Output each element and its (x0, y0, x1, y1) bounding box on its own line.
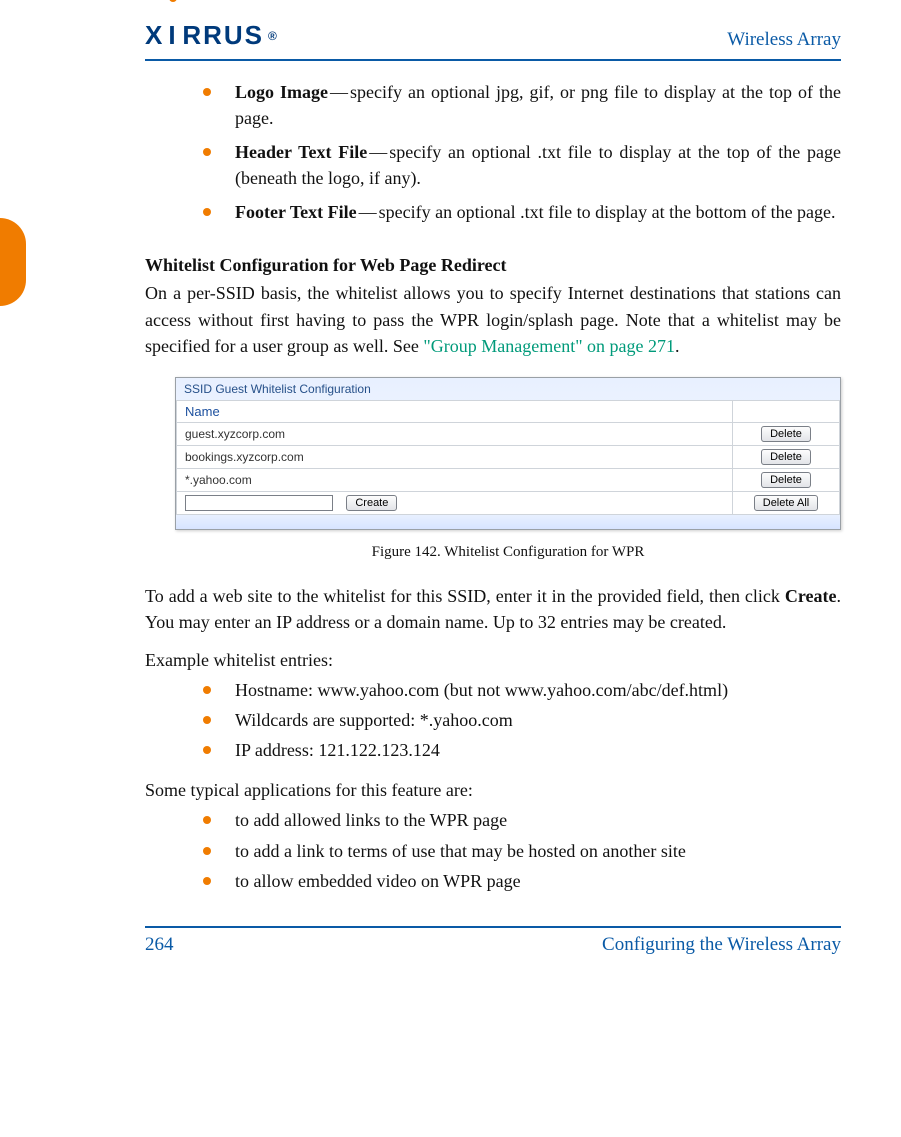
panel-footer-bar (176, 515, 840, 529)
delete-button[interactable]: Delete (761, 472, 811, 488)
para-text: To add a web site to the whitelist for t… (145, 586, 785, 606)
figure-container: SSID Guest Whitelist Configuration Name … (175, 377, 841, 561)
page-number: 264 (145, 934, 174, 956)
list-item: Hostname: www.yahoo.com (but not www.yah… (145, 677, 841, 707)
separator: — (328, 79, 350, 105)
app-text: to allow embedded video on WPR page (235, 871, 521, 891)
column-header-actions (733, 400, 840, 422)
separator: — (357, 199, 379, 225)
delete-button[interactable]: Delete (761, 449, 811, 465)
applications-list: to add allowed links to the WPR page to … (145, 807, 841, 897)
table-row: guest.xyzcorp.com Delete (177, 422, 840, 445)
document-title: Wireless Array (727, 29, 841, 51)
table-create-row: Create Delete All (177, 491, 840, 514)
table-row: bookings.xyzcorp.com Delete (177, 445, 840, 468)
logo-rest: RRUS (182, 20, 264, 51)
option-title: Footer Text File (235, 202, 357, 222)
panel-title: SSID Guest Whitelist Configuration (176, 378, 840, 400)
app-text: to add allowed links to the WPR page (235, 810, 507, 830)
create-button[interactable]: Create (346, 495, 397, 511)
section-heading: Whitelist Configuration for Web Page Red… (145, 255, 841, 276)
option-title: Logo Image (235, 82, 328, 102)
list-item: to add allowed links to the WPR page (145, 807, 841, 837)
list-item: to allow embedded video on WPR page (145, 868, 841, 898)
whitelist-table: Name guest.xyzcorp.com Delete bookings.x… (176, 400, 840, 515)
body-paragraph: To add a web site to the whitelist for t… (145, 583, 841, 635)
header-rule (145, 59, 841, 61)
table-header-row: Name (177, 400, 840, 422)
delete-all-button[interactable]: Delete All (754, 495, 818, 511)
separator: — (367, 139, 389, 165)
examples-list: Hostname: www.yahoo.com (but not www.yah… (145, 677, 841, 767)
whitelist-entry: bookings.xyzcorp.com (177, 445, 733, 468)
options-list: Logo Image—specify an optional jpg, gif,… (145, 79, 841, 233)
thumb-tab-decor (0, 218, 26, 306)
create-keyword: Create (785, 586, 837, 606)
para-text: . (675, 336, 680, 356)
delete-button[interactable]: Delete (761, 426, 811, 442)
footer-section-title: Configuring the Wireless Array (602, 934, 841, 956)
logo-dot-icon: I (168, 20, 178, 51)
list-item: Logo Image—specify an optional jpg, gif,… (145, 79, 841, 139)
column-header-name: Name (177, 400, 733, 422)
example-text: IP address: 121.122.123.124 (235, 740, 440, 760)
whitelist-entry: guest.xyzcorp.com (177, 422, 733, 445)
applications-intro: Some typical applications for this featu… (145, 777, 841, 803)
whitelist-entry: *.yahoo.com (177, 468, 733, 491)
new-entry-input[interactable] (185, 495, 333, 511)
list-item: IP address: 121.122.123.124 (145, 737, 841, 767)
whitelist-config-screenshot: SSID Guest Whitelist Configuration Name … (175, 377, 841, 530)
example-text: Hostname: www.yahoo.com (but not www.yah… (235, 680, 728, 700)
app-text: to add a link to terms of use that may b… (235, 841, 686, 861)
option-title: Header Text File (235, 142, 367, 162)
example-text: Wildcards are supported: *.yahoo.com (235, 710, 513, 730)
list-item: Footer Text File—specify an optional .tx… (145, 199, 841, 233)
examples-intro: Example whitelist entries: (145, 647, 841, 673)
table-row: *.yahoo.com Delete (177, 468, 840, 491)
figure-caption: Figure 142. Whitelist Configuration for … (175, 544, 841, 561)
list-item: to add a link to terms of use that may b… (145, 838, 841, 868)
brand-logo: X I RRUS ® (145, 20, 277, 51)
section-paragraph: On a per-SSID basis, the whitelist allow… (145, 280, 841, 358)
option-desc: specify an optional .txt file to display… (379, 202, 836, 222)
list-item: Header Text File—specify an optional .tx… (145, 139, 841, 199)
page-header: X I RRUS ® Wireless Array (145, 20, 841, 57)
page-footer: 264 Configuring the Wireless Array (145, 928, 841, 980)
registered-mark: ® (268, 29, 277, 43)
cross-reference-link[interactable]: "Group Management" on page 271 (423, 336, 675, 356)
logo-letter: X (145, 20, 164, 51)
list-item: Wildcards are supported: *.yahoo.com (145, 707, 841, 737)
